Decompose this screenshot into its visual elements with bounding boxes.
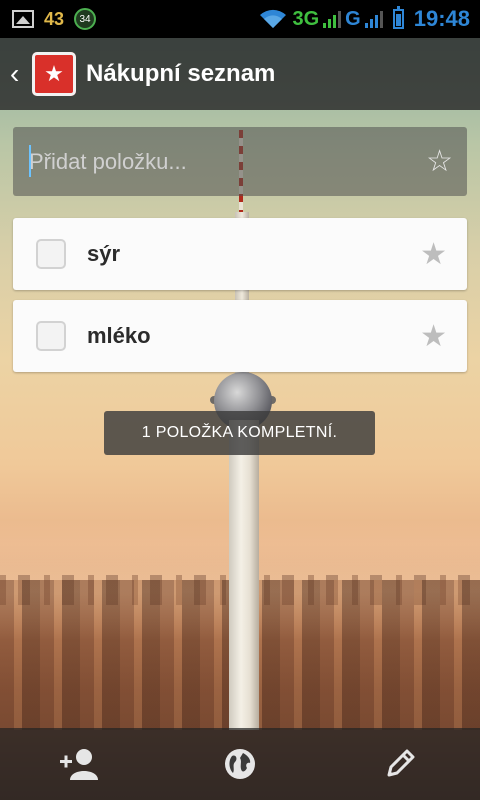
wifi-icon xyxy=(260,9,287,28)
notification-count: 43 xyxy=(44,8,65,29)
battery-icon xyxy=(392,6,404,29)
chevron-left-icon[interactable]: ‹ xyxy=(0,58,28,90)
text-cursor xyxy=(29,145,31,177)
signal-bars-icon xyxy=(323,10,342,28)
add-person-icon xyxy=(60,749,98,780)
tower-shaft xyxy=(229,420,259,730)
globe-icon xyxy=(225,749,255,779)
task-checkbox[interactable] xyxy=(36,239,66,269)
completed-toast[interactable]: 1 POLOŽKA KOMPLETNÍ. xyxy=(104,411,375,455)
pencil-icon xyxy=(387,749,415,777)
star-icon[interactable]: ★ xyxy=(420,237,447,272)
clock-time: 19:48 xyxy=(413,6,470,31)
wunderlist-star-icon[interactable]: ★ xyxy=(32,52,76,96)
add-item-input[interactable] xyxy=(13,147,411,176)
bottom-toolbar xyxy=(0,728,480,800)
app-header: ‹ ★ Nákupní seznam xyxy=(0,38,480,110)
gallery-notification-icon xyxy=(12,10,34,28)
task-row[interactable]: mléko ★ xyxy=(13,300,467,372)
task-row[interactable]: sýr ★ xyxy=(13,218,467,290)
badge-count-icon: 34 xyxy=(74,8,97,30)
star-icon[interactable]: ★ xyxy=(420,319,447,354)
star-outline-icon[interactable]: ☆ xyxy=(426,144,453,179)
toast-text: 1 POLOŽKA KOMPLETNÍ. xyxy=(141,424,338,441)
status-bar: 43 34 3G G 19:48 xyxy=(0,0,480,38)
signal-bars-2-icon xyxy=(364,10,383,28)
add-item-box[interactable]: ☆ xyxy=(13,127,467,196)
publish-list-button[interactable] xyxy=(210,734,270,794)
share-list-button[interactable] xyxy=(50,734,110,794)
task-label: mléko xyxy=(87,323,151,348)
network-type-g: G xyxy=(345,7,361,30)
edit-list-button[interactable] xyxy=(370,734,430,794)
network-type-3g: 3G xyxy=(292,7,320,30)
task-label: sýr xyxy=(87,241,121,266)
page-title: Nákupní seznam xyxy=(86,60,276,87)
task-checkbox[interactable] xyxy=(36,321,66,351)
